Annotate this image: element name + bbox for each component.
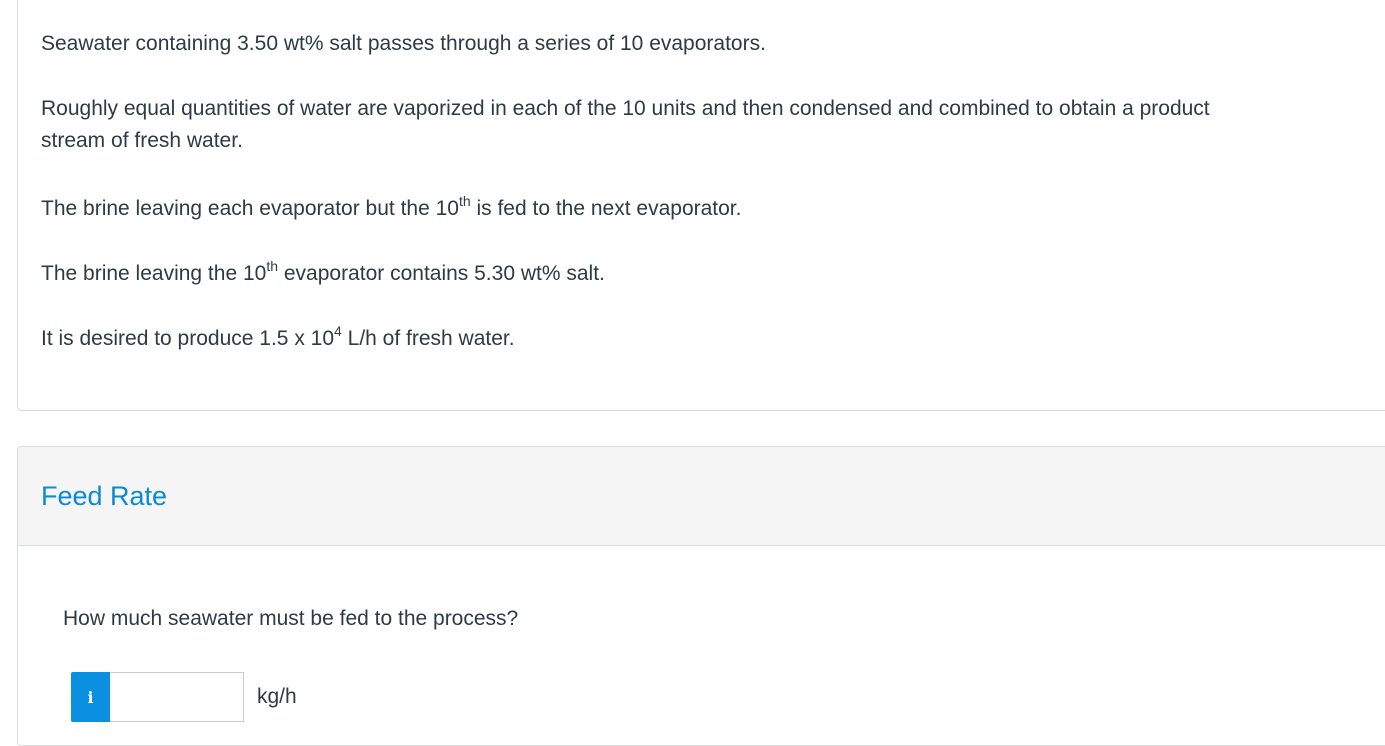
answer-input[interactable]	[110, 672, 244, 722]
problem-paragraph-1: Seawater containing 3.50 wt% salt passes…	[41, 28, 766, 60]
superscript-exponent: 4	[334, 323, 342, 339]
unit-label: kg/h	[257, 685, 297, 708]
info-icon-glyph: i	[87, 687, 94, 707]
part-card-feed-rate: Feed Rate How much seawater must be fed …	[17, 446, 1385, 746]
problem-text-3-post: is fed to the next evaporator.	[470, 197, 742, 220]
answer-row: i kg/h	[71, 671, 297, 723]
problem-paragraph-4: The brine leaving the 10th evaporator co…	[41, 258, 605, 290]
problem-text-2a: Roughly equal quantities of water are va…	[41, 97, 1210, 120]
problem-text-5-pre: It is desired to produce 1.5 x 10	[41, 327, 335, 350]
problem-paragraph-2: Roughly equal quantities of water are va…	[41, 93, 1210, 157]
part-title: Feed Rate	[41, 481, 168, 511]
part-header: Feed Rate	[18, 447, 1385, 546]
problem-text-1: Seawater containing 3.50 wt% salt passes…	[41, 32, 766, 55]
problem-text-5-post: L/h of fresh water.	[341, 327, 515, 350]
problem-text-4-post: evaporator contains 5.30 wt% salt.	[278, 262, 605, 285]
question-text: How much seawater must be fed to the pro…	[63, 607, 519, 630]
superscript-th: th	[458, 193, 471, 209]
problem-text-2b: stream of fresh water.	[41, 129, 243, 152]
info-icon[interactable]: i	[71, 672, 110, 722]
problem-paragraph-3: The brine leaving each evaporator but th…	[41, 193, 741, 225]
problem-text-4-pre: The brine leaving the 10	[41, 262, 267, 285]
superscript-th: th	[266, 258, 279, 274]
problem-text-3-pre: The brine leaving each evaporator but th…	[41, 197, 459, 220]
problem-paragraph-5: It is desired to produce 1.5 x 104 L/h o…	[41, 323, 515, 355]
problem-statement-card: Seawater containing 3.50 wt% salt passes…	[17, 0, 1385, 411]
